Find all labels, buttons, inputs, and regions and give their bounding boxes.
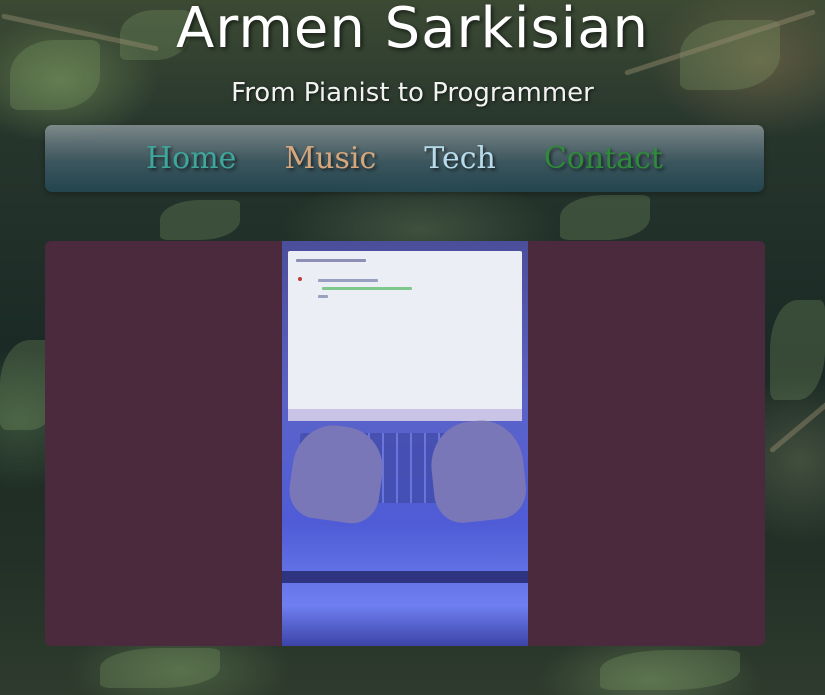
nav-link-contact[interactable]: Contact bbox=[544, 141, 663, 176]
editor-marker bbox=[298, 277, 302, 281]
taskbar bbox=[288, 409, 522, 421]
video-player[interactable] bbox=[282, 241, 528, 646]
content-panel bbox=[45, 241, 765, 646]
code-line bbox=[322, 287, 412, 290]
code-line bbox=[318, 295, 328, 298]
editor-tab bbox=[296, 259, 366, 262]
main-navigation: Home Music Tech Contact bbox=[45, 125, 764, 192]
nav-link-home[interactable]: Home bbox=[146, 141, 236, 176]
code-line bbox=[318, 279, 378, 282]
leaf-decoration bbox=[770, 300, 825, 400]
leaf-decoration bbox=[600, 650, 740, 690]
nav-link-tech[interactable]: Tech bbox=[424, 141, 496, 176]
laptop-base-image bbox=[282, 571, 528, 583]
leaf-decoration bbox=[100, 648, 220, 688]
laptop-screen-image bbox=[288, 251, 522, 421]
branch-decoration bbox=[768, 391, 825, 454]
site-subtitle: From Pianist to Programmer bbox=[231, 78, 594, 108]
leaf-decoration bbox=[160, 200, 240, 240]
leaf-decoration bbox=[560, 195, 650, 240]
site-title: Armen Sarkisian bbox=[175, 0, 650, 61]
nav-link-music[interactable]: Music bbox=[284, 141, 376, 176]
